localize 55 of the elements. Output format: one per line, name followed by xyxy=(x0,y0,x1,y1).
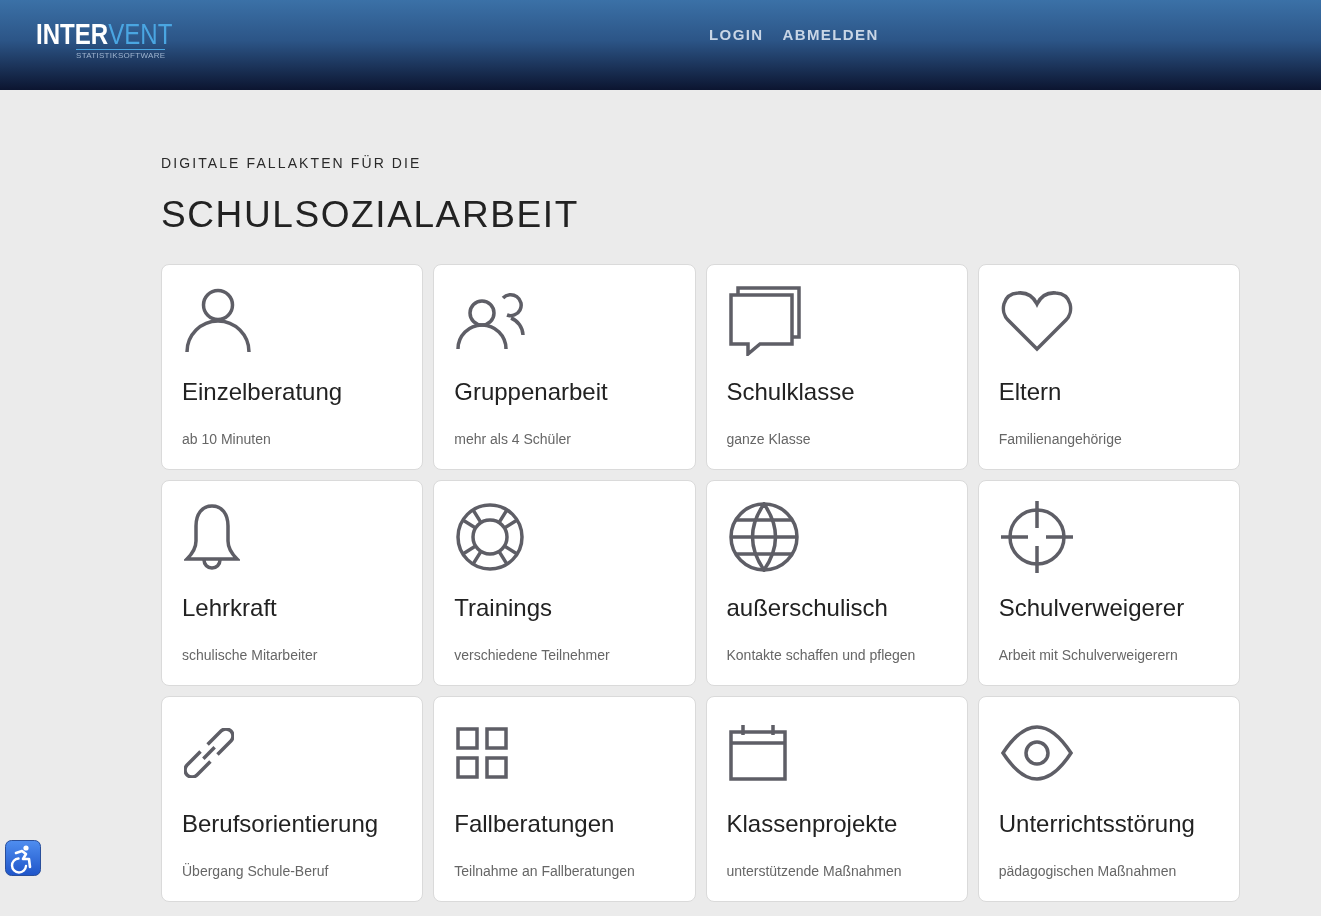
page-eyebrow: DIGITALE FALLAKTEN FÜR DIE xyxy=(161,155,422,171)
globe-icon xyxy=(728,502,799,572)
eye-icon xyxy=(1000,725,1073,781)
card-subtitle: Kontakte schaffen und pflegen xyxy=(726,647,916,663)
card-title: Unterrichtsstörung xyxy=(998,810,1195,838)
card-title: Klassenprojekte xyxy=(726,810,898,838)
speech-bubbles-icon xyxy=(728,286,801,356)
category-card[interactable]: Einzelberatung ab 10 Minuten xyxy=(161,264,424,470)
card-title: Fallberatungen xyxy=(454,810,615,838)
person-icon xyxy=(184,288,252,354)
page-title: SCHULSOZIALARBEIT xyxy=(161,193,579,237)
category-card[interactable]: Gruppenarbeit mehr als 4 Schüler xyxy=(433,264,696,470)
card-title: Gruppenarbeit xyxy=(454,378,608,406)
card-title: Trainings xyxy=(454,594,553,622)
category-card[interactable]: Klassenprojekte unterstützende Maßnahmen xyxy=(705,696,968,902)
card-subtitle: schulische Mitarbeiter xyxy=(182,647,318,663)
card-title: Lehrkraft xyxy=(182,594,277,622)
nav-link[interactable]: ABMELDEN xyxy=(782,26,879,44)
nav-link[interactable]: LOGIN xyxy=(709,26,764,44)
category-card[interactable]: Fallberatungen Teilnahme an Fallberatungen xyxy=(433,696,696,902)
logo-wordmark[interactable]: INTERVENT xyxy=(36,19,173,49)
heart-icon xyxy=(1000,290,1073,352)
crosshair-icon xyxy=(1000,501,1073,573)
card-title: Berufsorientierung xyxy=(182,810,379,838)
category-card[interactable]: außerschulisch Kontakte schaffen und pflegen xyxy=(705,480,968,686)
card-subtitle: ganze Klasse xyxy=(726,431,811,447)
card-title: Einzelberatung xyxy=(182,378,343,406)
card-subtitle: verschiedene Teilnehmer xyxy=(454,647,610,663)
lifebuoy-icon xyxy=(456,503,525,571)
card-subtitle: mehr als 4 Schüler xyxy=(454,431,571,447)
wheelchair-icon[interactable] xyxy=(5,840,41,876)
people-icon xyxy=(456,291,527,351)
bell-icon xyxy=(184,504,240,570)
card-subtitle: pädagogischen Maßnahmen xyxy=(998,863,1177,879)
card-subtitle: Arbeit mit Schulverweigerern xyxy=(998,647,1178,663)
category-card[interactable]: Berufsorientierung Übergang Schule-Beruf xyxy=(161,696,424,902)
card-subtitle: unterstützende Maßnahmen xyxy=(726,863,902,879)
card-title: außerschulisch xyxy=(726,594,888,622)
card-title: Eltern xyxy=(998,378,1062,406)
category-card[interactable]: Schulverweigerer Arbeit mit Schulverweigerern xyxy=(977,480,1240,686)
grid-icon xyxy=(456,727,509,779)
chain-link-icon xyxy=(184,728,234,778)
category-card[interactable]: Trainings verschiedene Teilnehmer xyxy=(433,480,696,686)
card-title: Schulverweigerer xyxy=(998,594,1185,622)
category-card[interactable]: Eltern Familienangehörige xyxy=(977,264,1240,470)
card-subtitle: ab 10 Minuten xyxy=(182,431,271,447)
card-subtitle: Teilnahme an Fallberatungen xyxy=(454,863,635,879)
logo-tagline: STATISTIKSOFTWARE xyxy=(76,49,166,60)
card-subtitle: Familienangehörige xyxy=(998,431,1122,447)
category-card[interactable]: Unterrichtsstörung pädagogischen Maßnahmen xyxy=(977,696,1240,902)
card-subtitle: Übergang Schule-Beruf xyxy=(182,863,329,879)
calendar-icon xyxy=(728,725,787,781)
category-card[interactable]: Lehrkraft schulische Mitarbeiter xyxy=(161,480,424,686)
card-title: Schulklasse xyxy=(726,378,855,406)
category-card[interactable]: Schulklasse ganze Klasse xyxy=(705,264,968,470)
